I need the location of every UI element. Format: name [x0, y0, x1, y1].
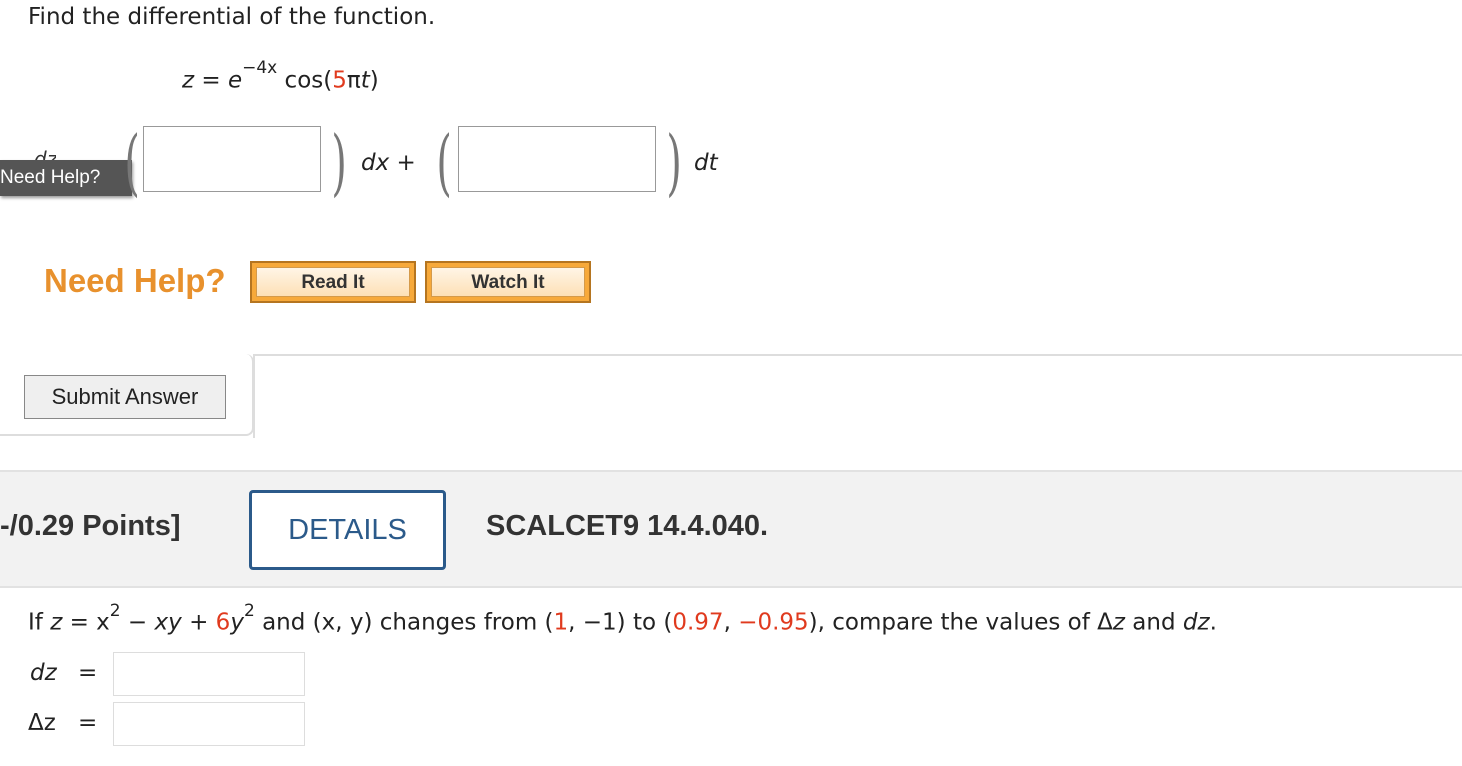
equation-exponent: −4x	[242, 58, 278, 78]
equals-sign: =	[78, 710, 98, 736]
problem-text: and (x, y) changes from (	[254, 609, 554, 636]
delta-z-answer-input[interactable]	[113, 702, 305, 746]
problem-value: −0.95	[738, 609, 809, 636]
problem-value: 0.97	[672, 609, 724, 636]
equation-pi: π	[346, 67, 361, 94]
equation-func-prefix: cos(	[277, 67, 333, 94]
problem-var-dz: dz	[1182, 609, 1210, 636]
dz-label: dz	[34, 147, 56, 160]
points-label: -/0.29 Points]	[0, 510, 181, 542]
problem-text: −	[120, 609, 155, 636]
problem-value: 1	[553, 609, 569, 636]
problem-var-xy: xy	[154, 609, 182, 636]
need-help-label: Need Help?	[44, 262, 226, 299]
right-paren-1: )	[331, 120, 347, 204]
problem-var-y: y	[230, 609, 244, 636]
question-reference: SCALCET9 14.4.040.	[486, 510, 769, 542]
problem-var-z: z	[1112, 609, 1125, 636]
problem-text: If	[28, 609, 51, 636]
delta-z-answer-label: Δz	[28, 710, 56, 736]
problem-coef: 6	[215, 609, 231, 636]
dt-text: dt	[694, 150, 718, 176]
dx-coefficient-input[interactable]	[143, 126, 321, 192]
problem-text: ,	[723, 609, 739, 636]
problem-var-z: z	[50, 609, 63, 636]
read-it-button[interactable]: Read It	[250, 261, 416, 303]
left-paren-2: (	[436, 120, 452, 204]
dt-coefficient-input[interactable]	[458, 126, 656, 192]
need-help-tooltip: Need Help?	[0, 160, 132, 196]
dx-text: dx +	[361, 150, 416, 176]
problem-text: , −1) to (	[568, 609, 673, 636]
question-prompt: Find the differential of the function.	[28, 4, 436, 30]
submit-answer-button[interactable]: Submit Answer	[24, 375, 226, 419]
problem-exponent: 2	[243, 601, 255, 621]
equation-coef: 5	[332, 67, 347, 94]
feedback-panel	[253, 354, 1462, 438]
problem-exponent: 2	[109, 601, 121, 621]
problem-text: and	[1124, 609, 1183, 636]
dz-answer-input[interactable]	[113, 652, 305, 696]
watch-it-button[interactable]: Watch It	[425, 261, 591, 303]
left-paren-1: (	[124, 120, 140, 204]
read-it-label: Read It	[256, 267, 410, 297]
equation-lhs: z = e	[182, 67, 243, 94]
equals-sign: =	[78, 660, 98, 686]
function-equation: z = e−4x cos(5πt)	[182, 58, 379, 94]
problem-statement: If z = x2 − xy + 6y2 and (x, y) changes …	[28, 601, 1217, 636]
details-button[interactable]: DETAILS	[249, 490, 446, 570]
problem-text: ), compare the values of Δ	[808, 609, 1113, 636]
problem-text: .	[1209, 609, 1217, 636]
problem-text: +	[181, 609, 216, 636]
problem-text: = x	[62, 609, 110, 636]
dz-answer-label: dz	[30, 660, 57, 686]
right-paren-2: )	[666, 120, 682, 204]
watch-it-label: Watch It	[431, 267, 585, 297]
equation-var: t	[360, 67, 370, 94]
equation-close: )	[369, 67, 379, 94]
